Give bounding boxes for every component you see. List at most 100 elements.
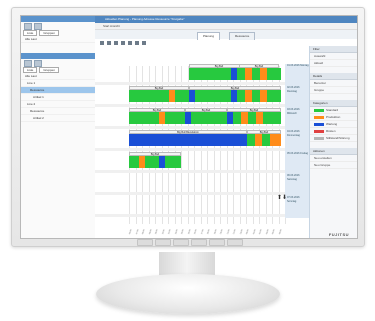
panel-section-header[interactable]: Aktionen bbox=[310, 148, 357, 155]
gantt-bar-orange[interactable] bbox=[241, 112, 248, 124]
tree-item[interactable]: Ressource bbox=[21, 108, 95, 115]
panel-item-label: Neu Gruppe bbox=[314, 163, 331, 167]
power-button[interactable] bbox=[227, 239, 243, 246]
gantt-bar-green[interactable] bbox=[252, 90, 260, 102]
gantt-bar-orange[interactable] bbox=[256, 112, 263, 124]
print-icon[interactable] bbox=[121, 40, 125, 45]
panel-item[interactable]: Stillstand/Störung bbox=[310, 135, 357, 142]
tree-item[interactable]: Artikel 1 bbox=[21, 94, 95, 101]
gantt-bar-green[interactable] bbox=[237, 90, 245, 102]
filter-icon[interactable] bbox=[128, 40, 132, 45]
tree-item[interactable]: Line 2 bbox=[21, 101, 95, 108]
time-tick-label: 09:00 bbox=[148, 229, 153, 235]
gantt-job-header[interactable]: Big Bull Blendstrom bbox=[129, 130, 247, 134]
gantt-bar-green[interactable] bbox=[267, 90, 281, 102]
gantt-bar-orange[interactable] bbox=[245, 68, 252, 80]
gantt-bar-green[interactable] bbox=[129, 156, 139, 168]
new-icon[interactable] bbox=[24, 59, 32, 67]
tree-item[interactable]: Line 1 bbox=[21, 80, 95, 87]
folder-icon[interactable] bbox=[34, 22, 42, 30]
gantt-bar-green[interactable] bbox=[145, 156, 159, 168]
panel-item[interactable]: Produktion bbox=[310, 114, 357, 121]
gantt-bar-green[interactable] bbox=[195, 90, 231, 102]
gantt-bar-green[interactable] bbox=[267, 68, 281, 80]
tree-item[interactable]: Artikel 2 bbox=[21, 115, 95, 122]
forward-icon[interactable] bbox=[107, 40, 111, 45]
gantt-bar-green[interactable] bbox=[165, 112, 185, 124]
panel-section-header[interactable]: Kategorien bbox=[310, 100, 357, 107]
monitor-button[interactable] bbox=[209, 239, 225, 246]
tree-item-selected[interactable]: Ressource bbox=[21, 87, 95, 94]
panel-section-header[interactable]: Details bbox=[310, 73, 357, 80]
gantt-bar-orange[interactable] bbox=[260, 90, 267, 102]
gantt-job-header[interactable]: Big Bull bbox=[239, 64, 279, 68]
gantt-bar-green[interactable] bbox=[233, 112, 241, 124]
gantt-bar-green[interactable] bbox=[165, 156, 181, 168]
monitor-button[interactable] bbox=[191, 239, 207, 246]
gantt-bar-green[interactable] bbox=[237, 68, 245, 80]
tab-gruppen[interactable]: Gruppen bbox=[39, 30, 60, 36]
panel-item[interactable]: Standard bbox=[310, 107, 357, 114]
panel-section-header[interactable]: Filter bbox=[310, 46, 357, 53]
gantt-bar-green[interactable] bbox=[263, 112, 281, 124]
gantt-job-header[interactable]: Big Bull bbox=[227, 108, 281, 112]
window-title: Aktuellen Planung - Planung Adresse Ress… bbox=[95, 16, 357, 23]
refresh-icon[interactable] bbox=[135, 40, 139, 45]
gantt-bar-green[interactable] bbox=[175, 90, 189, 102]
gantt-bar-orange[interactable] bbox=[245, 90, 252, 102]
time-tick-label: 08:00 bbox=[142, 229, 146, 235]
gantt-bar-green[interactable] bbox=[189, 68, 231, 80]
gantt-job-header[interactable]: Big Bull bbox=[185, 108, 227, 112]
category-color-swatch bbox=[314, 136, 324, 140]
gantt-bar-green[interactable] bbox=[129, 90, 169, 102]
time-tick-label: 12:00 bbox=[168, 229, 172, 235]
panel-item[interactable]: Rüsten bbox=[310, 128, 357, 135]
tree-item[interactable]: Alle Laut bbox=[21, 73, 95, 80]
zoom-icon[interactable] bbox=[114, 40, 118, 45]
panel-item[interactable]: Wartung bbox=[310, 121, 357, 128]
menu-bar[interactable]: Start Ansicht bbox=[95, 23, 357, 30]
time-tick-label: 20:00 bbox=[220, 229, 224, 235]
gantt-bar-green[interactable] bbox=[252, 68, 260, 80]
gantt-bar-green[interactable] bbox=[247, 134, 255, 146]
monitor-button[interactable] bbox=[155, 239, 171, 246]
panel-item[interactable]: Auswahl bbox=[310, 53, 357, 60]
gantt-job-header[interactable]: Big Bull bbox=[247, 130, 281, 134]
time-tick-label: 23:00 bbox=[239, 229, 244, 235]
gantt-bar-orange[interactable] bbox=[260, 68, 267, 80]
gantt-job-header[interactable]: Big Bull bbox=[129, 152, 181, 156]
monitor-button[interactable] bbox=[173, 239, 189, 246]
gantt-job-header[interactable]: Big Bull bbox=[129, 108, 185, 112]
tab-gruppen[interactable]: Gruppen bbox=[39, 67, 60, 73]
gantt-row: Big Bull bbox=[129, 152, 285, 168]
gantt-bar-blue[interactable] bbox=[129, 134, 247, 146]
back-icon[interactable] bbox=[100, 40, 104, 45]
settings-icon[interactable] bbox=[142, 40, 146, 45]
gantt-bar-orange[interactable] bbox=[255, 134, 262, 146]
gantt-bar-orange[interactable] bbox=[270, 134, 281, 146]
monitor-button[interactable] bbox=[137, 239, 153, 246]
panel-item[interactable]: Aktuell bbox=[310, 60, 357, 67]
panel-gap bbox=[310, 169, 357, 175]
panel-item[interactable]: Neu Gruppe bbox=[310, 162, 357, 169]
gantt-bar-green[interactable] bbox=[262, 134, 270, 146]
new-icon[interactable] bbox=[24, 22, 32, 30]
scroll-arrows-icon[interactable]: ⬆⬇ bbox=[277, 194, 287, 201]
row-date-label: 03.03.2016 Mittwoch bbox=[285, 108, 309, 130]
panel-item[interactable]: Gruppe bbox=[310, 87, 357, 94]
folder-icon[interactable] bbox=[34, 59, 42, 67]
gantt-bar-green[interactable] bbox=[248, 112, 256, 124]
gantt-chart: Big Bull Big Bull 01.03.2016 Montag Big Bul… bbox=[95, 46, 309, 238]
gantt-row bbox=[129, 178, 285, 190]
panel-item[interactable]: Benutzer bbox=[310, 80, 357, 87]
gantt-job-header[interactable]: Big Bull bbox=[129, 86, 189, 90]
gantt-bar-green[interactable] bbox=[129, 112, 159, 124]
tree-item[interactable]: Alle Laut bbox=[21, 36, 95, 43]
row-date-label: 07.03.2016 Sonntag bbox=[285, 196, 309, 218]
tab-ressource[interactable]: Ressource bbox=[229, 32, 256, 40]
tab-planung[interactable]: Planung bbox=[197, 32, 221, 40]
time-tick-label: 11:00 bbox=[161, 229, 166, 235]
gantt-job-header[interactable]: Big Bull bbox=[189, 86, 281, 90]
panel-item[interactable]: Neu erstellen bbox=[310, 155, 357, 162]
gantt-bar-green[interactable] bbox=[191, 112, 227, 124]
